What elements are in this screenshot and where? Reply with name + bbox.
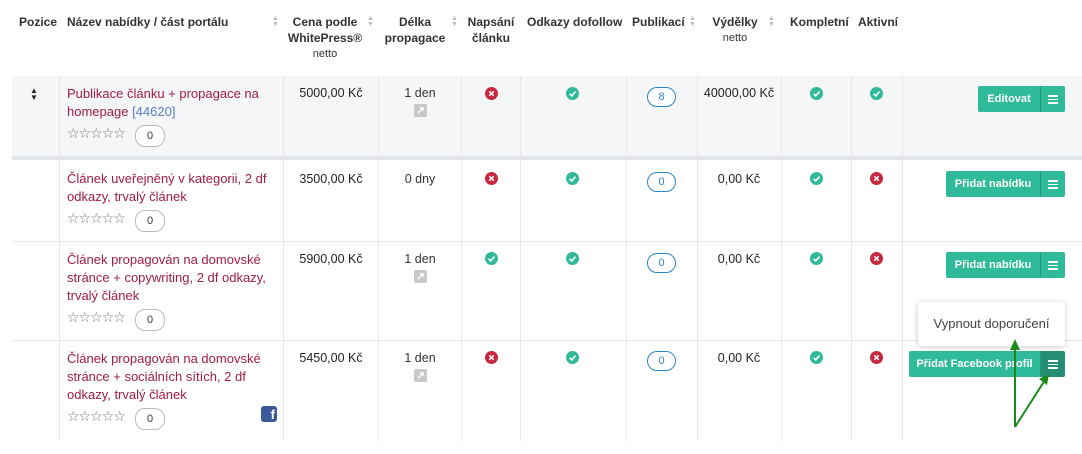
x-circle-icon	[870, 252, 883, 265]
duration: 1 den	[404, 252, 436, 266]
header-dofollow[interactable]: Odkazy dofollow	[527, 14, 622, 30]
header-position[interactable]: Pozice	[19, 14, 57, 30]
check-circle-icon	[566, 172, 579, 185]
header-complete[interactable]: Kompletní	[790, 14, 849, 30]
price: 3500,00 Kč	[299, 172, 363, 186]
x-circle-icon	[870, 172, 883, 185]
check-circle-icon	[566, 87, 579, 100]
check-circle-icon	[810, 87, 823, 100]
rating-count: 0	[135, 309, 165, 331]
sort-icon[interactable]: ▲ ▼	[451, 15, 458, 28]
offer-name[interactable]: Článek uveřejněný v kategorii, 2 df odka…	[67, 170, 277, 206]
sort-icon[interactable]: ▲ ▼	[367, 15, 374, 28]
edit-button[interactable]: Editovat	[978, 86, 1040, 112]
x-circle-icon	[485, 87, 498, 100]
x-circle-icon	[485, 351, 498, 364]
hamburger-icon	[1048, 180, 1058, 182]
hamburger-icon	[1048, 261, 1058, 263]
hamburger-icon	[1048, 95, 1058, 97]
rating-stars: ☆☆☆☆☆	[67, 210, 126, 226]
duration: 0 dny	[404, 172, 436, 186]
price: 5450,00 Kč	[299, 351, 363, 365]
header-active[interactable]: Aktivní	[858, 14, 898, 30]
x-circle-icon	[870, 351, 883, 364]
row-menu-button[interactable]	[1040, 171, 1065, 197]
external-link-icon[interactable]	[414, 104, 427, 117]
header-earnings[interactable]: Výdělky netto	[706, 14, 764, 46]
header-writing[interactable]: Napsání článku	[463, 14, 519, 46]
rating-count: 0	[135, 210, 165, 232]
rating-stars: ☆☆☆☆☆	[67, 309, 126, 325]
check-circle-icon	[870, 87, 883, 100]
price: 5000,00 Kč	[299, 86, 363, 100]
table-header: Pozice Název nabídky / část portálu ▲ ▼ C…	[0, 0, 1082, 75]
check-circle-icon	[566, 252, 579, 265]
publications-count[interactable]: 0	[647, 172, 676, 192]
external-link-icon[interactable]	[414, 270, 427, 283]
add-offer-button[interactable]: Přidat nabídku	[946, 171, 1040, 197]
earnings: 40000,00 Kč	[703, 86, 775, 100]
add-offer-button[interactable]: Přidat nabídku	[946, 252, 1040, 278]
header-price[interactable]: Cena podle WhitePress® netto	[284, 14, 366, 62]
rating-count: 0	[135, 408, 165, 430]
check-circle-icon	[810, 252, 823, 265]
annotation-arrows	[1010, 339, 1049, 428]
disable-recommendation-item[interactable]: Vypnout doporučení	[934, 316, 1050, 331]
publications-count[interactable]: 0	[647, 253, 676, 273]
check-circle-icon	[810, 351, 823, 364]
header-name[interactable]: Název nabídky / část portálu	[67, 14, 228, 30]
external-link-icon[interactable]	[414, 369, 427, 382]
header-duration[interactable]: Délka propagace	[380, 14, 450, 46]
price: 5900,00 Kč	[299, 252, 363, 266]
sort-icon[interactable]: ▲ ▼	[272, 15, 279, 28]
check-circle-icon	[485, 252, 498, 265]
sort-icon[interactable]: ▲ ▼	[768, 15, 775, 28]
row-menu-button[interactable]	[1040, 86, 1065, 112]
rating-count: 0	[135, 125, 165, 147]
sort-icon[interactable]: ▲ ▼	[689, 15, 696, 28]
offer-name[interactable]: Článek propagován na domovské stránce + …	[67, 251, 277, 305]
duration: 1 den	[404, 86, 436, 100]
check-circle-icon	[810, 172, 823, 185]
earnings: 0,00 Kč	[717, 351, 761, 365]
publications-count[interactable]: 0	[647, 351, 676, 371]
earnings: 0,00 Kč	[717, 172, 761, 186]
earnings: 0,00 Kč	[717, 252, 761, 266]
facebook-icon: f	[261, 406, 277, 422]
offer-name[interactable]: Publikace článku + propagace na homepage…	[67, 85, 277, 121]
check-circle-icon	[566, 351, 579, 364]
x-circle-icon	[485, 172, 498, 185]
sort-handle-icon[interactable]: ▲ ▼	[30, 87, 38, 102]
row-menu-button[interactable]	[1040, 252, 1065, 278]
publications-count[interactable]: 8	[647, 87, 676, 107]
offer-name[interactable]: Článek propagován na domovské stránce + …	[67, 350, 277, 404]
header-publications[interactable]: Publikací	[632, 14, 685, 30]
rating-stars: ☆☆☆☆☆	[67, 125, 126, 141]
rating-stars: ☆☆☆☆☆	[67, 408, 126, 424]
duration: 1 den	[404, 351, 436, 365]
